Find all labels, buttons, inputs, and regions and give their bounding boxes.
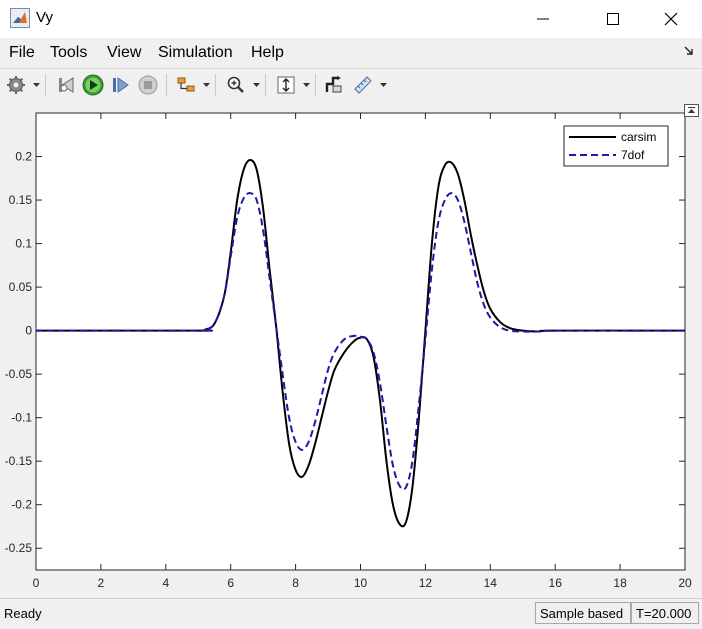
y-tick-label: 0.1 (15, 237, 32, 251)
signal-select-dropdown-icon[interactable] (203, 81, 210, 89)
minimize-icon (537, 18, 549, 20)
sample-mode-label: Sample based (540, 605, 624, 621)
autoscale-dropdown-icon[interactable] (303, 81, 310, 89)
close-button[interactable] (648, 0, 694, 38)
y-tick-label: 0.05 (9, 280, 33, 294)
highlight-block-button[interactable] (322, 73, 346, 97)
undock-arrow-icon[interactable] (684, 46, 694, 56)
y-tick-label: -0.1 (11, 411, 32, 425)
step-forward-button[interactable] (108, 73, 132, 97)
menu-help[interactable]: Help (251, 44, 284, 62)
menu-simulation[interactable]: Simulation (158, 44, 233, 62)
zoom-button[interactable] (224, 73, 248, 97)
x-tick-label: 6 (227, 576, 234, 590)
x-tick-label: 20 (678, 576, 692, 590)
highlight-block-icon (325, 76, 342, 93)
y-tick-label: 0.2 (15, 150, 32, 164)
settings-dropdown-icon[interactable] (33, 81, 40, 89)
stop-icon (138, 75, 158, 95)
measure-dropdown-icon[interactable] (380, 81, 387, 89)
legend-label-7dof: 7dof (621, 148, 645, 162)
restore-icon (688, 107, 695, 113)
x-tick-label: 4 (162, 576, 169, 590)
scope-plot-area: 0 2 4 6 8 10 12 14 16 18 20 0.2 0.15 0.1 0.05 0 -0.05 -0.… (0, 101, 702, 598)
axes-background (36, 113, 685, 570)
settings-button[interactable] (4, 73, 28, 97)
autoscale-icon (277, 76, 295, 94)
x-tick-label: 0 (33, 576, 40, 590)
toolbar-separator (265, 74, 266, 96)
toolbar-separator (166, 74, 167, 96)
x-tick-label: 2 (98, 576, 105, 590)
time-label: T=20.000 (636, 605, 692, 621)
menu-bar: File Tools View Simulation Help (0, 38, 702, 68)
minimize-button[interactable] (520, 0, 566, 38)
title-bar: Vy (0, 0, 702, 39)
stop-button[interactable] (136, 73, 160, 97)
restore-axes-button[interactable] (684, 104, 699, 117)
window-title: Vy (36, 9, 53, 26)
y-tick-label: -0.25 (5, 541, 33, 555)
matlab-icon (10, 8, 30, 28)
settings-icon (7, 76, 25, 94)
close-icon (664, 12, 678, 26)
zoom-dropdown-icon[interactable] (253, 81, 260, 89)
maximize-icon (607, 13, 619, 25)
toolbar (0, 68, 702, 102)
maximize-button[interactable] (590, 0, 636, 38)
y-tick-label: 0.15 (9, 193, 33, 207)
menu-view[interactable]: View (107, 44, 141, 62)
zoom-icon (227, 76, 244, 93)
sample-mode-indicator: Sample based (535, 602, 631, 624)
measure-button[interactable] (351, 73, 375, 97)
signal-select-icon (177, 77, 195, 92)
x-tick-label: 16 (549, 576, 563, 590)
x-tick-label: 10 (354, 576, 368, 590)
x-tick-label: 18 (613, 576, 627, 590)
time-indicator: T=20.000 (631, 602, 699, 624)
step-back-icon (59, 77, 74, 93)
legend-label-carsim: carsim (621, 130, 656, 144)
y-tick-label: -0.2 (11, 498, 32, 512)
run-button[interactable] (81, 73, 105, 97)
y-tick-label: -0.15 (5, 454, 33, 468)
status-text: Ready (4, 606, 42, 621)
x-tick-label: 12 (419, 576, 433, 590)
y-tick-label: -0.05 (5, 367, 33, 381)
run-icon (82, 74, 104, 96)
scope-chart[interactable]: 0 2 4 6 8 10 12 14 16 18 20 0.2 0.15 0.1 0.05 0 -0.05 -0.… (0, 101, 702, 598)
toolbar-separator (215, 74, 216, 96)
autoscale-button[interactable] (274, 73, 298, 97)
step-forward-icon (113, 77, 129, 93)
measure-icon (354, 76, 372, 94)
y-tick-label: 0 (25, 324, 32, 338)
status-bar: Ready Sample based T=20.000 (0, 598, 702, 629)
toolbar-separator (45, 74, 46, 96)
x-tick-label: 8 (292, 576, 299, 590)
menu-file[interactable]: File (9, 44, 35, 62)
x-tick-label: 14 (484, 576, 498, 590)
signal-select-button[interactable] (174, 73, 198, 97)
toolbar-separator (315, 74, 316, 96)
step-back-button[interactable] (54, 73, 78, 97)
menu-tools[interactable]: Tools (50, 44, 87, 62)
